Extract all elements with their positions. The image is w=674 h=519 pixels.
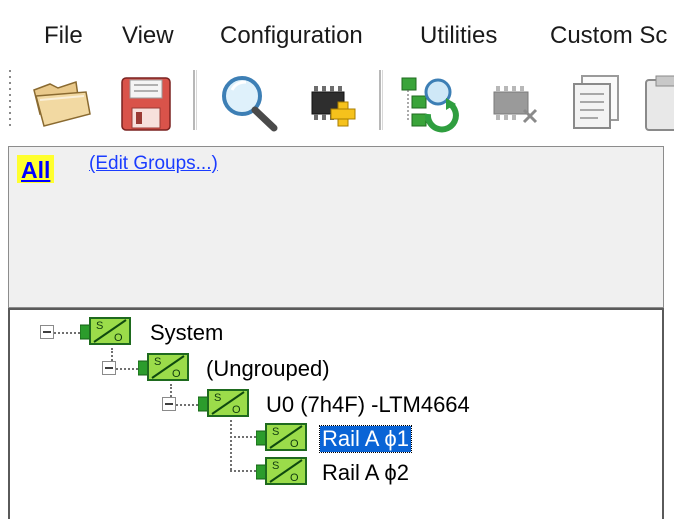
svg-text:O: O — [172, 368, 181, 380]
svg-text:O: O — [114, 332, 123, 344]
copy-document-icon[interactable] — [566, 70, 630, 134]
svg-text:S: S — [272, 460, 279, 472]
menu-utilities[interactable]: Utilities — [420, 22, 497, 50]
remove-device-icon[interactable] — [484, 70, 548, 134]
menu-custom-scripts[interactable]: Custom Sc — [550, 22, 667, 50]
svg-text:O: O — [290, 472, 299, 484]
magnifier-search-icon[interactable] — [216, 70, 280, 134]
tree-node-label: Rail A ϕ1 — [319, 425, 412, 453]
svg-text:S: S — [272, 426, 279, 438]
add-device-icon[interactable] — [302, 70, 366, 134]
tree-node-label: (Ungrouped) — [206, 356, 330, 381]
collapse-toggle-system[interactable] — [40, 325, 54, 339]
paste-clipboard-icon[interactable] — [642, 70, 674, 134]
tree-node-label: Rail A ϕ2 — [322, 460, 409, 485]
power-module-icon: S O — [138, 353, 189, 381]
power-module-icon: S O — [256, 457, 307, 485]
tree-node-label: System — [150, 320, 224, 345]
edit-groups-link[interactable]: (Edit Groups...) — [89, 153, 218, 175]
open-folder-icon[interactable] — [30, 70, 94, 134]
toolbar-separator-2 — [378, 68, 384, 132]
rescan-tree-icon[interactable] — [398, 70, 462, 134]
svg-text:O: O — [290, 438, 299, 450]
groups-panel: All (Edit Groups...) — [8, 146, 664, 308]
svg-text:S: S — [154, 356, 161, 368]
svg-text:S: S — [96, 320, 103, 332]
menu-bar: File View Configuration Utilities Custom… — [0, 0, 674, 64]
power-module-icon: S O — [198, 389, 249, 417]
tree-node-label: U0 (7h4F) -LTM4664 — [266, 392, 470, 417]
tree-connector — [230, 420, 232, 470]
toolbar — [0, 64, 674, 144]
menu-file[interactable]: File — [44, 22, 83, 50]
device-tree: S O System S O (Ungrouped) S O U0 (7h4F)… — [8, 308, 664, 519]
all-groups-link[interactable]: All — [17, 155, 55, 183]
menu-configuration[interactable]: Configuration — [220, 22, 363, 50]
toolbar-separator-1 — [192, 68, 198, 132]
menu-view[interactable]: View — [122, 22, 174, 50]
power-module-icon: S O — [256, 423, 307, 451]
toolbar-grip[interactable] — [8, 68, 14, 132]
collapse-toggle-ungrouped[interactable] — [102, 361, 116, 375]
save-floppy-icon[interactable] — [114, 70, 178, 134]
svg-text:S: S — [214, 392, 221, 404]
power-module-icon: S O — [80, 317, 131, 345]
collapse-toggle-u0[interactable] — [162, 397, 176, 411]
svg-text:O: O — [232, 404, 241, 416]
